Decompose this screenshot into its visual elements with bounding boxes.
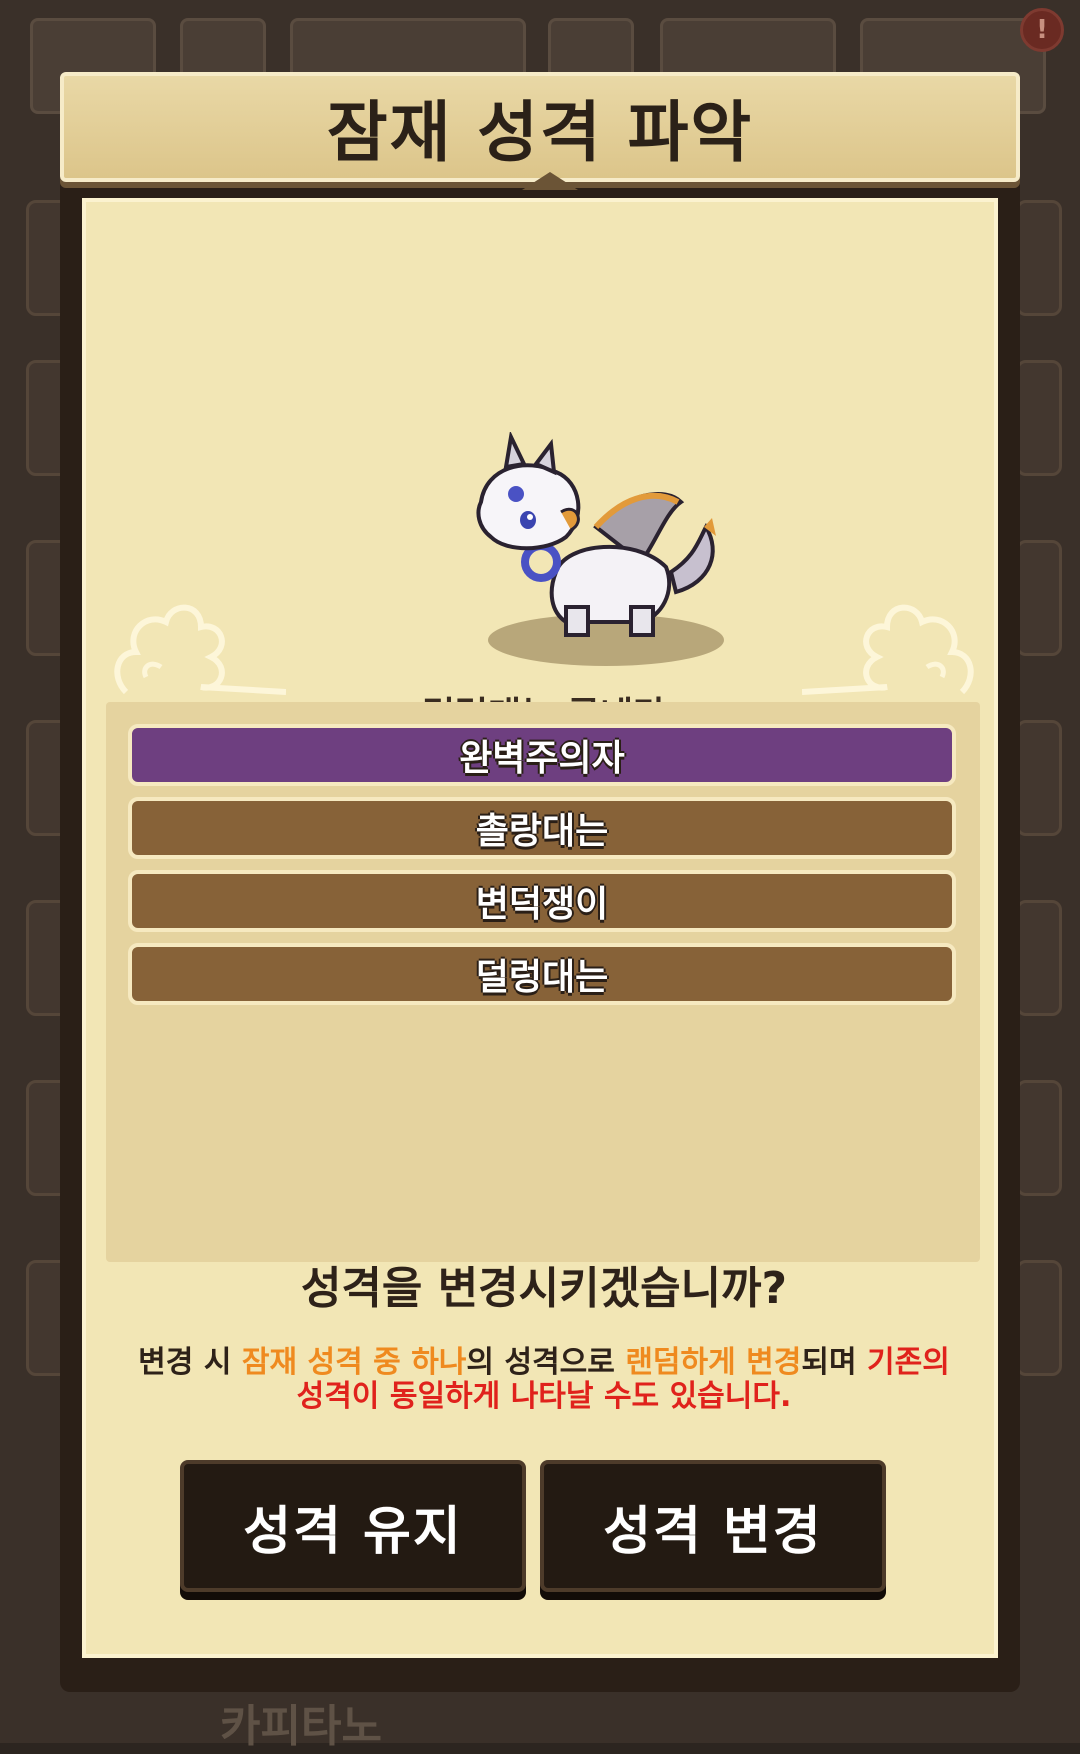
bg-slot <box>1016 540 1062 656</box>
desc-text: 의 성격으로 <box>466 1345 626 1380</box>
change-description: 변경 시 잠재 성격 중 하나의 성격으로 랜덤하게 변경되며 기존의 성격이 … <box>126 1346 962 1414</box>
bg-bottom-label: 카피타노 <box>220 1701 382 1752</box>
dialog-title: 잠재 성격 파악 <box>326 94 754 171</box>
bg-slot <box>1016 1080 1062 1196</box>
option-label: 완벽주의자 <box>459 738 625 779</box>
desc-text: 변경 시 <box>138 1345 242 1380</box>
option-label: 덜렁대는 <box>475 957 609 998</box>
desc-text: 되며 <box>801 1345 868 1380</box>
personality-option-3[interactable]: 변덕쟁이 <box>128 870 956 932</box>
confirm-question: 성격을 변경시키겠습니까? <box>300 1263 788 1314</box>
change-personality-button[interactable]: 성격 변경 <box>540 1460 886 1592</box>
option-label: 변덕쟁이 <box>475 884 609 925</box>
bg-slot <box>1016 900 1062 1016</box>
title-notch <box>522 172 578 190</box>
bg-slot <box>1016 360 1062 476</box>
personality-option-2[interactable]: 촐랑대는 <box>128 797 956 859</box>
keep-button-label: 성격 유지 <box>243 1501 463 1562</box>
keep-personality-button[interactable]: 성격 유지 <box>180 1460 526 1592</box>
bg-slot <box>1016 720 1062 836</box>
option-label: 촐랑대는 <box>475 811 609 852</box>
personality-list: 완벽주의자 촐랑대는 변덕쟁이 덜렁대는 <box>106 702 980 1262</box>
creature-sprite <box>476 432 724 666</box>
personality-option-4[interactable]: 덜렁대는 <box>128 943 956 1005</box>
desc-highlight: 잠재 성격 중 하나 <box>241 1345 467 1380</box>
personality-option-1[interactable]: 완벽주의자 <box>128 724 956 786</box>
desc-highlight: 랜덤하게 변경 <box>625 1345 802 1380</box>
personality-dialog: 덜렁대는 루네라 완벽주의자 촐랑대는 변덕쟁이 덜렁대는 성격을 변경시키겠습… <box>60 72 1020 1692</box>
bg-slot <box>1016 1260 1062 1376</box>
dialog-body: 덜렁대는 루네라 완벽주의자 촐랑대는 변덕쟁이 덜렁대는 성격을 변경시키겠습… <box>82 198 998 1658</box>
notification-badge: ! <box>1020 8 1064 52</box>
dialog-title-bar: 잠재 성격 파악 <box>60 72 1020 182</box>
bg-slot <box>1016 200 1062 316</box>
change-button-label: 성격 변경 <box>603 1501 823 1562</box>
